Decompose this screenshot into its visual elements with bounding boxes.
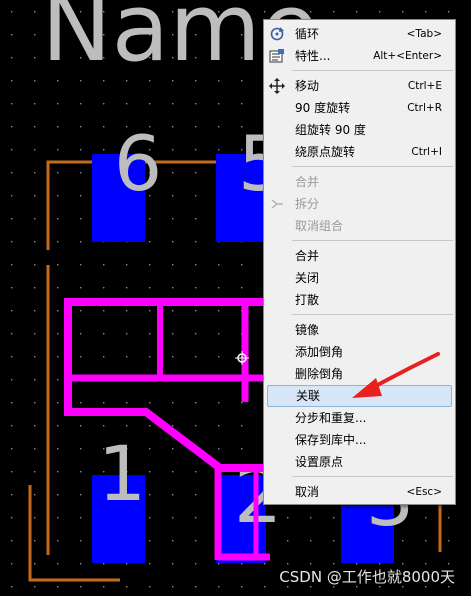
menu-label: 关闭 (295, 271, 320, 285)
menu-item-group-rotate-90[interactable]: 组旋转 90 度 (264, 119, 455, 141)
pin-label-1: 1 (98, 429, 146, 518)
pin-label-6: 6 (114, 119, 162, 208)
menu-item-split: 拆分 (264, 193, 455, 215)
menu-item-remove-chamfer[interactable]: 删除倒角 (264, 363, 455, 385)
pcb-editor-stage: Name 6 5 1 2 3 (0, 0, 471, 596)
menu-item-cycle[interactable]: 循环 <Tab> (264, 23, 455, 45)
menu-label: 移动 (295, 79, 320, 93)
move-icon (268, 78, 286, 94)
menu-shortcut: Ctrl+I (411, 146, 442, 158)
menu-label: 拆分 (295, 197, 320, 211)
menu-label: 删除倒角 (295, 367, 344, 381)
menu-label: 保存到库中... (295, 433, 367, 447)
menu-item-rotate-90[interactable]: 90 度旋转 Ctrl+R (264, 97, 455, 119)
menu-label: 合并 (295, 249, 320, 263)
menu-label: 组旋转 90 度 (295, 123, 366, 137)
menu-shortcut: Ctrl+R (407, 102, 442, 114)
watermark: CSDN @工作也就8000天 (279, 568, 455, 586)
menu-label: 绕原点旋转 (295, 145, 356, 159)
menu-item-step-and-repeat[interactable]: 分步和重复... (264, 407, 455, 429)
menu-label: 关联 (296, 389, 321, 403)
menu-label: 循环 (295, 27, 320, 41)
menu-item-add-chamfer[interactable]: 添加倒角 (264, 341, 455, 363)
menu-item-combine-disabled: 合并 (264, 171, 455, 193)
menu-label: 打散 (295, 293, 320, 307)
menu-label: 设置原点 (295, 455, 344, 469)
menu-separator (292, 166, 453, 167)
cycle-icon (268, 26, 286, 42)
menu-separator (292, 70, 453, 71)
menu-shortcut: Alt+<Enter> (373, 50, 442, 62)
menu-item-mirror[interactable]: 镜像 (264, 319, 455, 341)
menu-shortcut: <Esc> (406, 486, 442, 498)
menu-label: 特性... (295, 49, 331, 63)
menu-item-associate[interactable]: 关联 (267, 385, 452, 407)
menu-label: 取消 (295, 485, 320, 499)
menu-label: 取消组合 (295, 219, 344, 233)
properties-icon (268, 48, 286, 64)
menu-label: 分步和重复... (295, 411, 367, 425)
menu-shortcut: <Tab> (406, 28, 442, 40)
context-menu: 循环 <Tab> 特性... Alt+<Enter> 移动 Ctrl+E 90 … (263, 19, 456, 505)
menu-item-break[interactable]: 打散 (264, 289, 455, 311)
menu-item-close[interactable]: 关闭 (264, 267, 455, 289)
menu-separator (292, 314, 453, 315)
menu-item-ungroup: 取消组合 (264, 215, 455, 237)
menu-item-save-to-library[interactable]: 保存到库中... (264, 429, 455, 451)
menu-item-cancel[interactable]: 取消 <Esc> (264, 481, 455, 503)
menu-item-move[interactable]: 移动 Ctrl+E (264, 75, 455, 97)
menu-item-rotate-about-origin[interactable]: 绕原点旋转 Ctrl+I (264, 141, 455, 163)
menu-label: 合并 (295, 175, 320, 189)
menu-item-properties[interactable]: 特性... Alt+<Enter> (264, 45, 455, 67)
menu-separator (292, 476, 453, 477)
menu-item-combine[interactable]: 合并 (264, 245, 455, 267)
split-icon (268, 196, 286, 212)
menu-item-set-origin[interactable]: 设置原点 (264, 451, 455, 473)
menu-label: 添加倒角 (295, 345, 344, 359)
menu-label: 90 度旋转 (295, 101, 351, 115)
menu-label: 镜像 (295, 323, 320, 337)
menu-shortcut: Ctrl+E (407, 80, 442, 92)
menu-separator (292, 240, 453, 241)
